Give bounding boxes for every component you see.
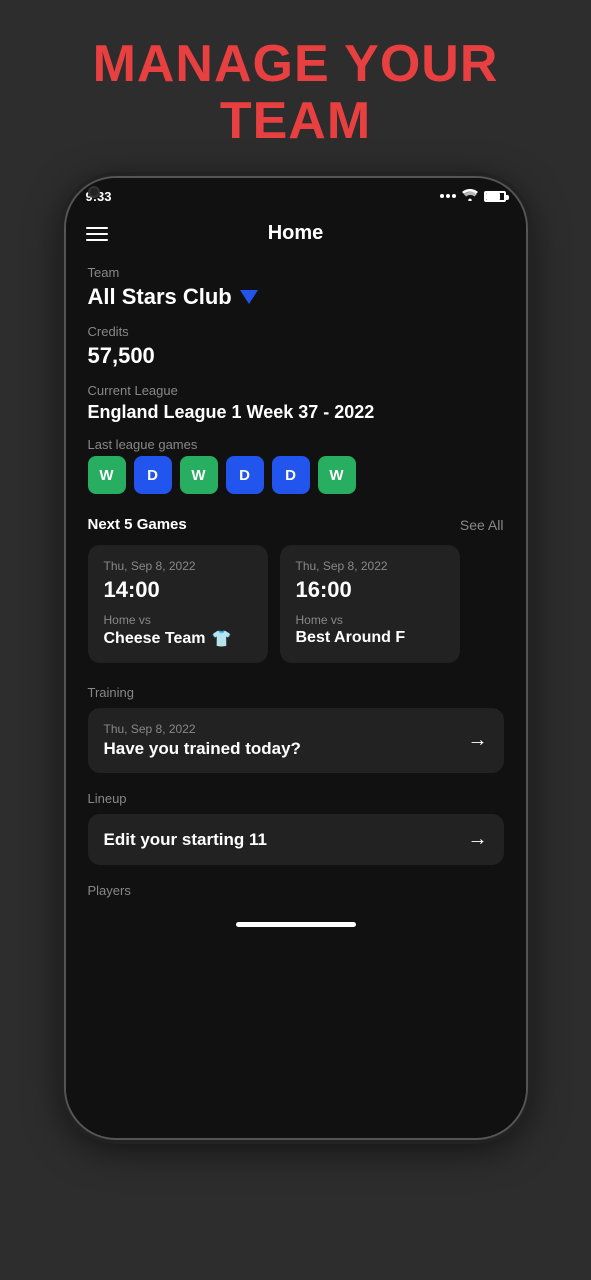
next-games-header: Next 5 Games See All: [88, 516, 504, 533]
hamburger-button[interactable]: [86, 227, 108, 241]
lineup-action: Edit your starting 11: [104, 830, 267, 850]
phone-shell: 9:33 Home: [66, 178, 526, 1138]
league-label: Current League: [88, 383, 504, 398]
training-arrow-icon: →: [468, 729, 488, 752]
games-scroll: Thu, Sep 8, 2022 14:00 Home vs Cheese Te…: [88, 545, 504, 663]
result-badge-3: W: [180, 456, 218, 494]
game-vs-2: Home vs: [296, 613, 444, 627]
nav-bar: Home: [66, 208, 526, 255]
credits-label: Credits: [88, 324, 504, 339]
lineup-card-text: Edit your starting 11: [104, 830, 267, 850]
training-label: Training: [88, 685, 504, 700]
game-card-1[interactable]: Thu, Sep 8, 2022 14:00 Home vs Cheese Te…: [88, 545, 268, 663]
game-vs-1: Home vs: [104, 613, 252, 627]
phone-screen: Home Team All Stars Club Credits 57,500 …: [66, 208, 526, 1108]
wifi-icon: [462, 188, 478, 204]
game-team-2: Best Around F: [296, 629, 444, 647]
training-section: Training Thu, Sep 8, 2022 Have you train…: [88, 685, 504, 773]
game-card-2[interactable]: Thu, Sep 8, 2022 16:00 Home vs Best Arou…: [280, 545, 460, 663]
team-name: All Stars Club: [88, 284, 232, 310]
result-badge-6: W: [318, 456, 356, 494]
page-title: MANAGE YOUR TEAM: [93, 36, 499, 150]
nav-title: Home: [268, 222, 324, 245]
camera-dot: [88, 186, 100, 198]
game-date-1: Thu, Sep 8, 2022: [104, 559, 252, 573]
result-badge-2: D: [134, 456, 172, 494]
shirt-icon-1: 👕: [211, 629, 231, 649]
game-time-2: 16:00: [296, 577, 444, 603]
results-row: W D W D D W: [88, 456, 504, 494]
next-games-title: Next 5 Games: [88, 516, 187, 533]
result-badge-1: W: [88, 456, 126, 494]
team-name-row: All Stars Club: [88, 284, 504, 310]
result-badge-5: D: [272, 456, 310, 494]
game-team-1: Cheese Team 👕: [104, 629, 252, 649]
status-bar: 9:33: [66, 178, 526, 208]
lineup-label: Lineup: [88, 791, 504, 806]
team-flag-icon: [240, 290, 258, 304]
training-date: Thu, Sep 8, 2022: [104, 722, 301, 736]
credits-value: 57,500: [88, 343, 504, 369]
see-all-link[interactable]: See All: [460, 517, 504, 533]
content-area: Team All Stars Club Credits 57,500 Curre…: [66, 255, 526, 908]
league-name: England League 1 Week 37 - 2022: [88, 402, 504, 423]
training-card[interactable]: Thu, Sep 8, 2022 Have you trained today?…: [88, 708, 504, 773]
battery-icon: [484, 191, 506, 202]
status-icons: [440, 188, 506, 204]
game-time-1: 14:00: [104, 577, 252, 603]
result-badge-4: D: [226, 456, 264, 494]
training-card-text: Thu, Sep 8, 2022 Have you trained today?: [104, 722, 301, 759]
team-label: Team: [88, 265, 504, 280]
signal-dots-icon: [440, 194, 456, 198]
lineup-section: Lineup Edit your starting 11 →: [88, 791, 504, 865]
lineup-card[interactable]: Edit your starting 11 →: [88, 814, 504, 865]
last-games-label: Last league games: [88, 437, 504, 452]
lineup-arrow-icon: →: [468, 828, 488, 851]
game-date-2: Thu, Sep 8, 2022: [296, 559, 444, 573]
players-label: Players: [88, 883, 504, 898]
training-question: Have you trained today?: [104, 739, 301, 759]
home-indicator: [236, 922, 356, 927]
